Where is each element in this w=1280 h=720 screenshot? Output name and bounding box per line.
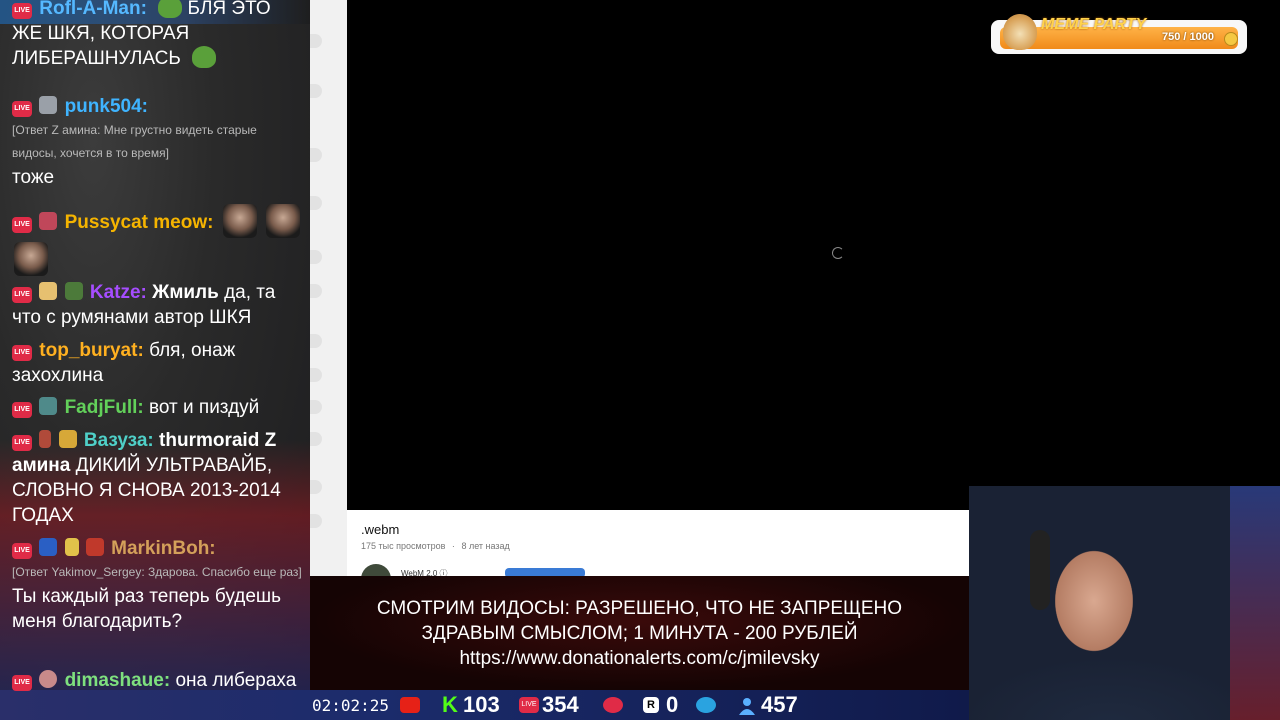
face-emote-icon: [266, 204, 301, 238]
banner-line: ЗДРАВЫМ СМЫСЛОМ; 1 МИНУТА - 200 РУБЛЕЙ: [421, 623, 858, 644]
face-emote-icon: [222, 204, 257, 238]
gutter-marker: [310, 368, 322, 382]
webcam-flag-background: [1230, 486, 1280, 720]
chat-reply: [Ответ Yakimov_Sergey: Здарова. Спасибо …: [12, 565, 302, 579]
vk-viewer-count: 354: [542, 692, 579, 717]
chat-message: LIVE FadjFull: вот и пиздуй: [12, 395, 304, 420]
bottle-icon: [39, 430, 52, 448]
beer-icon: [39, 282, 58, 300]
donation-banner: СМОТРИМ ВИДОСЫ: РАЗРЕШЕНО, ЧТО НЕ ЗАПРЕЩ…: [310, 576, 969, 690]
chat-message: LIVE Katze: Жмиль да, та что с румянами …: [12, 280, 304, 330]
page-gutter: [310, 0, 347, 576]
loading-spinner-icon: [832, 247, 844, 259]
headphones-icon: [1030, 530, 1050, 610]
meme-party-title: MEME PARTY: [1041, 16, 1147, 33]
chat-nick[interactable]: Rofl-A-Man:: [39, 0, 147, 19]
doge-icon: [1003, 14, 1037, 50]
banner-line: СМОТРИМ ВИДОСЫ: РАЗРЕШЕНО, ЧТО НЕ ЗАПРЕЩ…: [376, 598, 903, 619]
stream-background: [969, 0, 1280, 486]
chat-panel: LIVE Rofl-A-Man: БЛЯ ЭТО ЖЕ ШКЯ, КОТОРАЯ…: [0, 0, 310, 692]
gutter-marker: [310, 196, 322, 210]
gutter-marker: [310, 400, 322, 414]
chat-nick[interactable]: dimashaue:: [65, 670, 171, 691]
chat-message: LIVE Rofl-A-Man: БЛЯ ЭТО ЖЕ ШКЯ, КОТОРАЯ…: [12, 0, 304, 71]
video-info: .webm 175 тыс просмотров · 8 лет назад W…: [347, 510, 969, 594]
play-icon: [603, 697, 623, 713]
chat-nick[interactable]: top_buryat:: [39, 340, 144, 361]
gutter-marker: [310, 284, 322, 298]
chat-text: Ты каждый раз теперь будешь меня благода…: [12, 586, 282, 632]
chat-nick[interactable]: Вазуза:: [84, 430, 154, 451]
gutter-marker: [310, 148, 322, 162]
live-badge-icon: LIVE: [12, 287, 32, 303]
chat-message: LIVE dimashaue: она либераха вроде: [12, 668, 304, 692]
gutter-marker: [310, 34, 322, 48]
badge-icon: [85, 538, 104, 556]
kick-icon: K: [442, 692, 458, 717]
face-emote-icon: [14, 242, 48, 276]
chat-message: LIVE MarkinBoh: [Ответ Yakimov_Sergey: З…: [12, 536, 304, 634]
live-badge-icon: LIVE: [12, 435, 32, 451]
avatar-icon: [39, 670, 58, 688]
gutter-marker: [310, 334, 322, 348]
live-badge-icon: LIVE: [12, 3, 32, 19]
gutter-marker: [310, 432, 322, 446]
total-viewer-count: 457: [761, 692, 798, 717]
video-player[interactable]: [347, 0, 969, 510]
pepe-emote-icon: [158, 0, 183, 18]
live-badge-icon: LIVE: [12, 675, 32, 691]
chat-nick[interactable]: Katze:: [90, 282, 147, 303]
badge-icon: [39, 96, 58, 114]
rumble-viewer-count: 0: [666, 692, 679, 717]
rumble-icon: R: [643, 697, 659, 713]
shield-icon: [39, 538, 58, 556]
stream-timer: 02:02:25: [312, 696, 390, 715]
chat-nick[interactable]: MarkinBoh:: [111, 538, 216, 559]
vk-live-icon: LIVE: [519, 697, 539, 713]
live-badge-icon: LIVE: [12, 101, 32, 117]
chat-nick[interactable]: Pussycat meow:: [65, 212, 214, 233]
badge-icon: [58, 430, 77, 448]
chat-message: LIVE Вазуза: thurmoraid Z амина ДИКИЙ УЛ…: [12, 428, 304, 528]
chat-nick[interactable]: punk504:: [65, 96, 148, 117]
live-badge-icon: LIVE: [12, 543, 32, 559]
chat-text: вот и пиздуй: [149, 397, 260, 418]
badge-icon: [39, 212, 58, 230]
video-title[interactable]: .webm: [361, 522, 399, 537]
meme-party-count: 750 / 1000: [1162, 31, 1214, 43]
chat-reply: [Ответ Z амина: Мне грустно видеть стары…: [12, 123, 257, 160]
video-views: 175 тыс просмотров: [361, 541, 446, 551]
user-icon: [737, 697, 757, 715]
chat-mention: Жмиль: [152, 282, 219, 303]
banner-link[interactable]: https://www.donationalerts.com/c/jmilevs…: [310, 648, 969, 670]
live-badge-icon: LIVE: [12, 217, 32, 233]
live-badge-icon: LIVE: [12, 345, 32, 361]
gutter-marker: [310, 84, 322, 98]
cup-icon: [64, 538, 79, 556]
youtube-icon: [400, 697, 420, 713]
coin-icon: [1224, 32, 1238, 46]
chat-message: LIVE top_buryat: бля, онаж захохлина: [12, 338, 304, 388]
badge-icon: [39, 397, 58, 415]
telegram-icon: [696, 697, 716, 713]
badge-icon: [64, 282, 83, 300]
pepe-emote-icon: [192, 46, 217, 68]
live-badge-icon: LIVE: [12, 402, 32, 418]
chat-message: LIVE punk504: [Ответ Z амина: Мне грустн…: [12, 94, 304, 190]
chat-nick[interactable]: FadjFull:: [65, 397, 144, 418]
chat-message: LIVE Pussycat meow:: [12, 204, 304, 276]
gutter-marker: [310, 480, 322, 494]
chat-text: тоже: [12, 167, 55, 188]
kick-viewer-count: 103: [463, 692, 500, 717]
video-meta: 175 тыс просмотров · 8 лет назад: [361, 541, 510, 551]
gutter-marker: [310, 514, 322, 528]
video-age: 8 лет назад: [461, 541, 510, 551]
gutter-marker: [310, 250, 322, 264]
